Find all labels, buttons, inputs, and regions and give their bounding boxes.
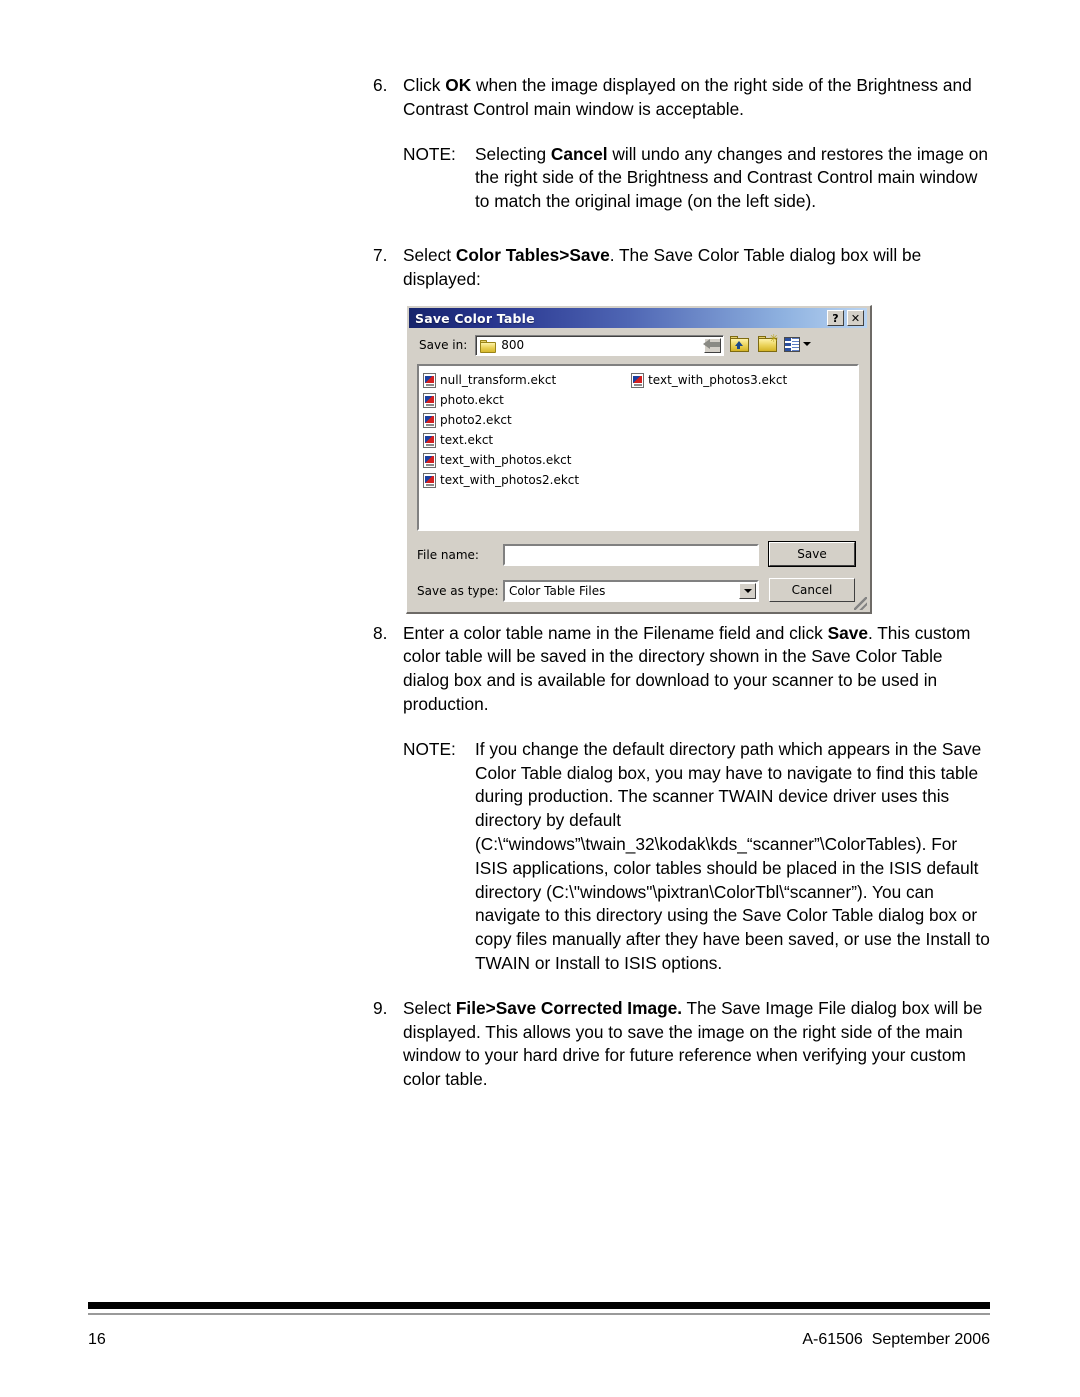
step-9-number: 9.	[373, 997, 388, 1018]
step-7: 7. Select Color Tables>Save. The Save Co…	[373, 244, 993, 292]
footer-rule-secondary	[88, 1313, 990, 1315]
views-icon[interactable]	[784, 334, 811, 354]
note-1-label: NOTE:	[403, 143, 456, 164]
save-in-label: Save in:	[419, 338, 468, 352]
note-2: NOTE: If you change the default director…	[403, 738, 993, 976]
document-reference: A-61506 September 2006	[802, 1331, 990, 1348]
file-name-input[interactable]	[503, 544, 759, 566]
close-icon[interactable]: ✕	[847, 310, 864, 326]
list-item-label: text.ekct	[440, 433, 494, 447]
save-as-type-combobox[interactable]: Color Table Files	[503, 580, 759, 602]
list-item-label: text_with_photos3.ekct	[648, 373, 788, 387]
note-1-text-pre: Selecting	[475, 143, 551, 164]
save-in-value: 800	[501, 338, 525, 352]
step-6-text-post: when the image displayed on the right si…	[403, 75, 972, 119]
step-9: 9. Select File>Save Corrected Image. The…	[373, 997, 993, 1092]
step-8: 8. Enter a color table name in the Filen…	[373, 622, 993, 717]
file-name-row: File name:	[417, 544, 759, 566]
list-item-label: photo2.ekct	[440, 413, 512, 427]
dialog-title: Save Color Table	[415, 310, 535, 326]
file-list-pane[interactable]: null_transform.ekct photo.ekct photo2.ek…	[417, 364, 859, 531]
step-7-bold-menu-path: Color Tables>Save	[455, 244, 610, 265]
document-page: 6. Click OK when the image displayed on …	[0, 0, 1080, 1397]
list-item-label: photo.ekct	[440, 393, 504, 407]
step-6-text: Click OK when the image displayed on the…	[403, 74, 993, 122]
chevron-down-icon[interactable]	[739, 583, 756, 599]
new-folder-icon[interactable]: ✳	[756, 333, 779, 354]
step-7-text-pre: Select	[403, 244, 456, 265]
step-8-bold-save: Save	[827, 622, 868, 643]
color-table-file-icon	[423, 392, 436, 408]
file-name-label: File name:	[417, 548, 479, 562]
step-8-text: Enter a color table name in the Filename…	[403, 622, 993, 717]
dialog-titlebar[interactable]: Save Color Table ? ✕	[409, 308, 867, 328]
color-table-file-icon	[631, 372, 645, 388]
titlebar-buttons: ? ✕	[827, 310, 864, 326]
list-item-label: text_with_photos.ekct	[440, 453, 572, 467]
list-item[interactable]: text_with_photos3.ekct	[631, 370, 787, 390]
file-list-columns: null_transform.ekct photo.ekct photo2.ek…	[423, 370, 787, 490]
list-item-label: text_with_photos2.ekct	[440, 473, 580, 487]
note-1: NOTE: Selecting Cancel will undo any cha…	[403, 143, 993, 214]
color-table-file-icon	[423, 432, 436, 448]
save-color-table-dialog[interactable]: Save Color Table ? ✕ Save in: 800 ✳ null…	[406, 305, 872, 614]
color-table-file-icon	[423, 412, 436, 428]
step-9-text-pre: Select	[403, 997, 456, 1018]
step-7-number: 7.	[373, 244, 388, 265]
step-6-bold-ok: OK	[445, 75, 472, 95]
step-7-text: Select Color Tables>Save. The Save Color…	[403, 244, 993, 292]
dialog-toolbar: ✳	[700, 333, 811, 354]
back-arrow-icon[interactable]	[700, 334, 722, 354]
list-item[interactable]: photo.ekct	[423, 390, 579, 410]
list-item[interactable]: text.ekct	[423, 430, 579, 450]
list-item[interactable]: null_transform.ekct	[423, 370, 579, 390]
step-8-text-pre: Enter a color table name in the Filename…	[403, 622, 828, 643]
list-item-label: null_transform.ekct	[440, 373, 557, 387]
save-in-combobox[interactable]: 800	[475, 334, 725, 356]
color-table-file-icon	[423, 372, 436, 388]
save-as-type-row: Save as type: Color Table Files	[417, 580, 759, 602]
color-table-file-icon	[423, 452, 436, 468]
step-6: 6. Click OK when the image displayed on …	[373, 74, 993, 122]
save-as-type-label: Save as type:	[417, 584, 499, 598]
save-as-type-value: Color Table Files	[509, 584, 606, 598]
step-9-text: Select File>Save Corrected Image. The Sa…	[403, 997, 993, 1092]
list-item[interactable]: text_with_photos2.ekct	[423, 470, 579, 490]
resize-grip[interactable]	[854, 597, 867, 610]
save-button[interactable]: Save	[768, 541, 856, 567]
step-9-bold-menu-path: File>Save Corrected Image.	[455, 997, 683, 1018]
step-6-text-pre: Click	[403, 75, 446, 95]
step-8-number: 8.	[373, 622, 388, 643]
folder-icon	[480, 339, 497, 353]
file-column-2: text_with_photos3.ekct	[631, 370, 787, 490]
list-item[interactable]: photo2.ekct	[423, 410, 579, 430]
up-one-level-icon[interactable]	[728, 334, 750, 354]
note-2-label: NOTE:	[403, 738, 456, 759]
footer-rule	[88, 1302, 990, 1309]
cancel-button[interactable]: Cancel	[769, 578, 855, 602]
list-item[interactable]: text_with_photos.ekct	[423, 450, 579, 470]
help-button[interactable]: ?	[827, 310, 844, 326]
page-number: 16	[88, 1331, 106, 1348]
note-1-text: Selecting Cancel will undo any changes a…	[475, 143, 993, 214]
step-6-number: 6.	[373, 75, 388, 95]
file-column-1: null_transform.ekct photo.ekct photo2.ek…	[423, 370, 579, 490]
color-table-file-icon	[423, 472, 436, 488]
note-2-text: If you change the default directory path…	[475, 738, 990, 973]
note-1-bold-cancel: Cancel	[550, 143, 608, 164]
